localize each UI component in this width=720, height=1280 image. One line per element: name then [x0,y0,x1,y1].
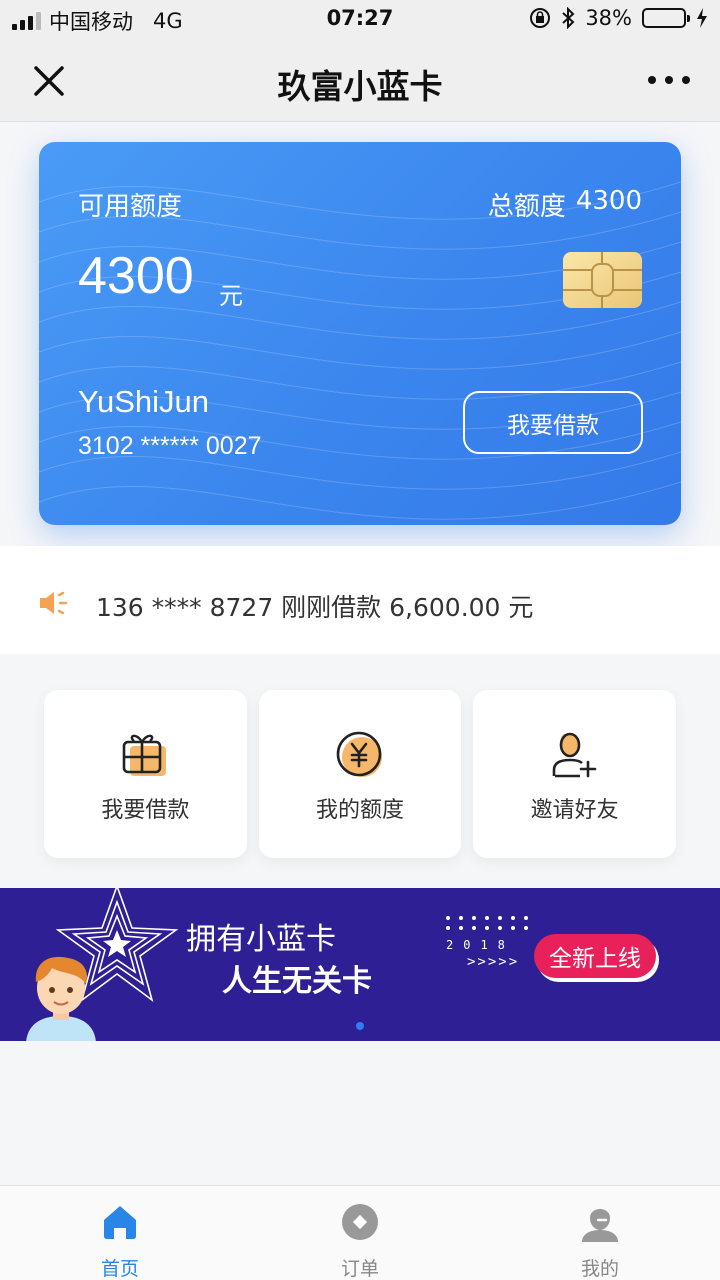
banner-year: 2018 [446,938,515,952]
shortcut-invite[interactable]: 邀请好友 [473,690,677,858]
loan-notice-text: 136 **** 8727 刚刚借款 6,600.00 元 [96,593,534,622]
shortcut-borrow[interactable]: 我要借款 [44,690,247,858]
credit-card: 可用额度 总额度 4300 4300 元 YuShiJun 3102 *****… [39,142,681,525]
bluetooth-icon [562,7,575,29]
speaker-icon [40,591,68,615]
bottom-tab-bar: 首页 订单 我的 [0,1185,720,1280]
amount-unit: 元 [219,282,243,310]
card-number: 3102 ****** 0027 [78,432,262,460]
tab-profile-label: 我的 [580,1258,619,1280]
charging-icon [697,8,707,28]
yuan-coin-icon [336,731,382,777]
promo-banner[interactable]: 拥有小蓝卡 人生无关卡 2018 >>>>> 全新上线 [0,888,720,1041]
battery-icon [642,8,690,28]
home-icon [104,1206,136,1239]
total-credit: 总额度 4300 [488,186,642,223]
add-user-icon [552,732,596,778]
total-credit-label: 总额度 [487,192,566,222]
shortcut-invite-label: 邀请好友 [530,798,619,823]
shortcut-credit[interactable]: 我的额度 [258,690,462,858]
more-menu-icon[interactable] [648,76,690,84]
battery-percent: 38% [585,6,632,30]
banner-arrows: >>>>> [467,954,520,970]
banner-dot-pattern [446,916,528,930]
tab-home-label: 首页 [100,1258,139,1280]
total-credit-value: 4300 [575,186,642,216]
available-amount: 4300 [78,247,194,305]
profile-icon [582,1209,618,1242]
tab-orders[interactable]: 订单 [240,1186,480,1280]
status-bar: 中国移动 4G 07:27 38% [0,0,720,40]
tab-profile[interactable]: 我的 [480,1186,720,1280]
available-credit-label: 可用额度 [78,192,183,222]
status-right: 38% [529,6,708,30]
boy-illustration [26,956,96,1041]
tab-orders-label: 订单 [340,1258,379,1280]
shortcut-credit-label: 我的额度 [316,798,405,823]
new-launch-badge: 全新上线 [534,934,656,978]
carousel-indicator [356,1022,364,1030]
loan-notice-bar: 136 **** 8727 刚刚借款 6,600.00 元 [0,546,720,654]
shortcut-borrow-label: 我要借款 [101,798,190,823]
nav-bar: 玖富小蓝卡 [0,40,720,122]
borrow-button[interactable]: 我要借款 [463,391,643,454]
order-icon [342,1204,378,1240]
card-holder-name: YuShiJun [78,384,209,419]
tab-home[interactable]: 首页 [0,1186,240,1280]
shortcut-grid: 我要借款 我的额度 邀请好友 [38,690,682,858]
rotation-lock-icon [530,8,551,28]
gift-icon [123,734,167,776]
banner-headline: 拥有小蓝卡 [186,922,336,957]
page-title: 玖富小蓝卡 [277,67,443,106]
card-chip-icon [563,252,642,308]
banner-subheadline: 人生无关卡 [222,964,372,999]
